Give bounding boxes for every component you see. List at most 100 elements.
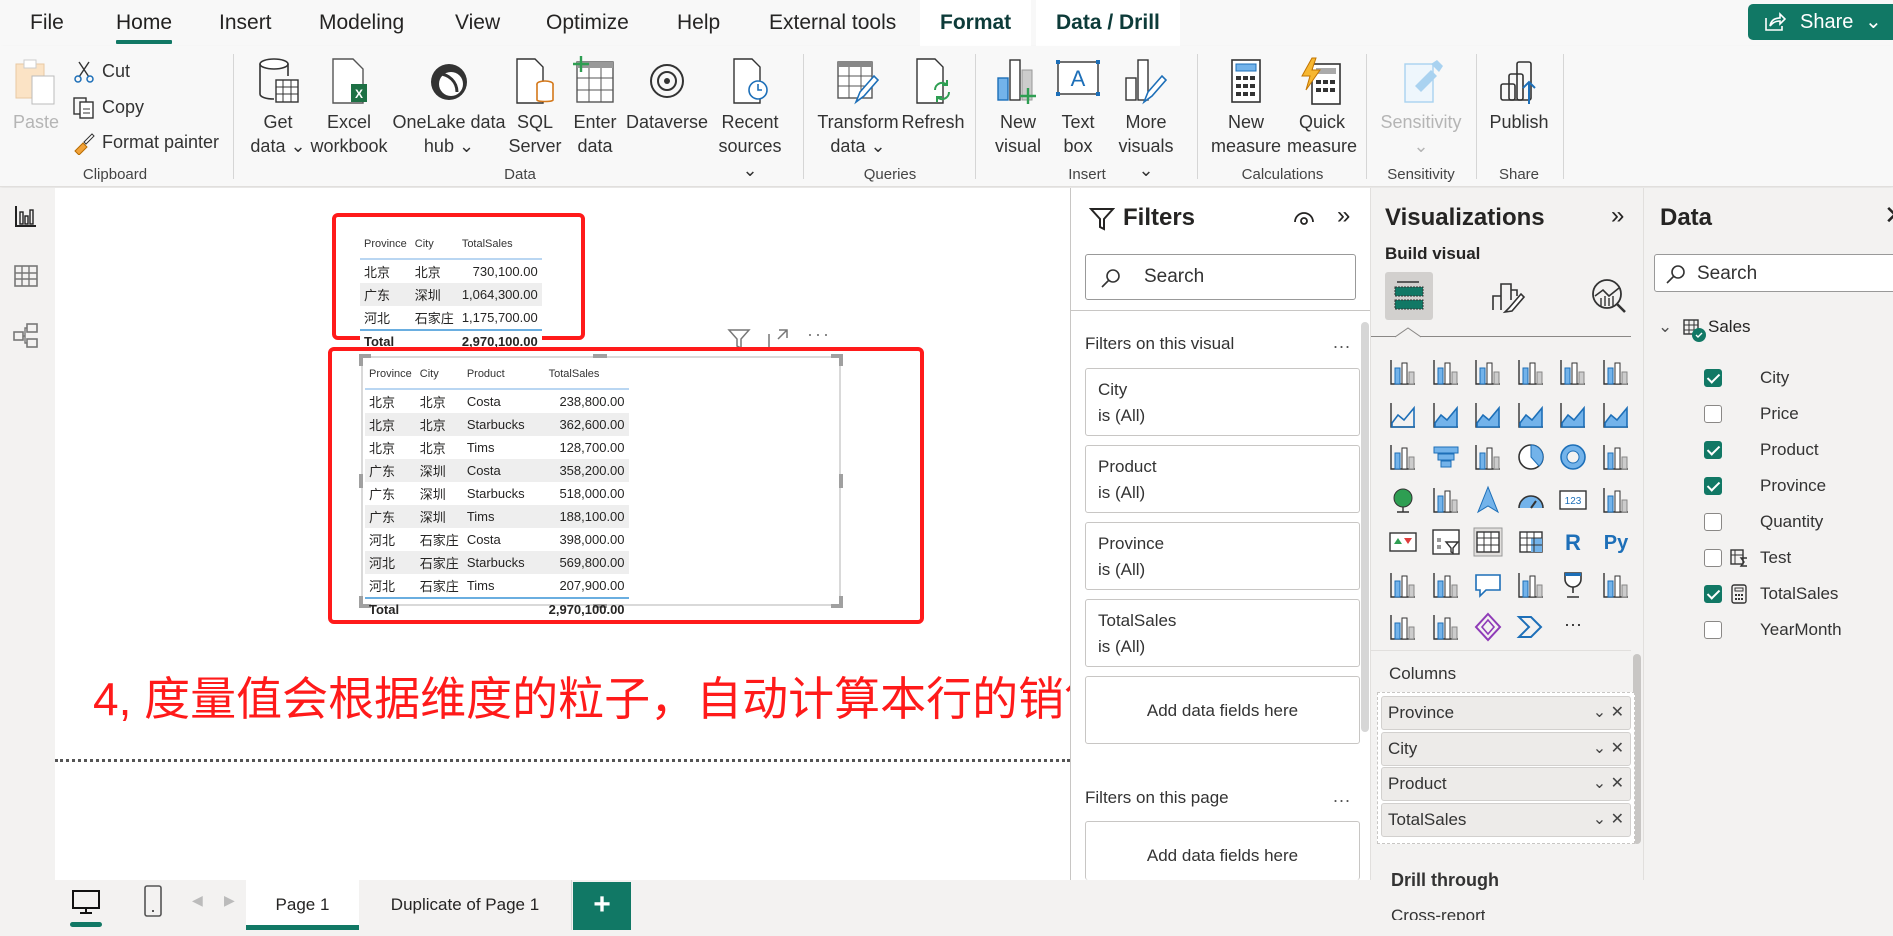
cut-button[interactable]: Cut	[72, 56, 130, 86]
mobile-layout-icon[interactable]	[142, 884, 164, 918]
field-checkbox[interactable]	[1704, 477, 1722, 495]
column-header[interactable]: Province	[365, 358, 416, 390]
dataverse-button[interactable]: Dataverse	[625, 56, 709, 134]
column-field-province[interactable]: Province ⌄ ✕	[1381, 696, 1631, 730]
tab-external-tools[interactable]: External tools	[765, 0, 900, 46]
paginated-report-icon[interactable]	[1600, 569, 1632, 601]
new-visual-button[interactable]: New visual	[990, 56, 1046, 158]
filter-card-totalsales[interactable]: TotalSales is (All)	[1085, 599, 1360, 667]
remove-field-icon[interactable]: ✕	[1611, 704, 1624, 721]
collapse-filters-icon[interactable]: »	[1337, 202, 1350, 230]
power-apps-icon[interactable]	[1472, 611, 1504, 643]
chevron-down-icon[interactable]: ⌄	[1593, 704, 1606, 721]
clustered-column-chart-icon[interactable]	[1515, 356, 1547, 388]
field-province[interactable]: Province	[1704, 471, 1826, 501]
metrics-icon[interactable]	[1557, 569, 1589, 601]
scatter-chart-icon[interactable]	[1472, 441, 1504, 473]
waterfall-chart-icon[interactable]	[1387, 441, 1419, 473]
field-test[interactable]: Test	[1704, 543, 1791, 573]
chevron-down-icon[interactable]: ⌄	[1593, 775, 1606, 792]
more-options-icon[interactable]: ...	[1333, 332, 1351, 353]
table-node-sales[interactable]: ⌄ Sales	[1658, 312, 1858, 342]
table-icon[interactable]	[1472, 526, 1504, 558]
column-header[interactable]: TotalSales	[457, 228, 542, 260]
scroll-left-icon[interactable]: ◀	[192, 892, 203, 909]
ribbon-chart-icon[interactable]	[1600, 399, 1632, 431]
collapse-visualizations-icon[interactable]: »	[1611, 202, 1624, 230]
table-visual-detail[interactable]: Province City Product TotalSales 北京 北京 Cos…	[365, 358, 629, 619]
tab-view[interactable]: View	[451, 0, 504, 46]
power-automate-icon[interactable]	[1515, 611, 1547, 643]
key-influencers-icon[interactable]	[1387, 569, 1419, 601]
line-chart-icon[interactable]	[1387, 399, 1419, 431]
line-stacked-column-chart-icon[interactable]	[1557, 399, 1589, 431]
tab-insert[interactable]: Insert	[215, 0, 276, 46]
field-checkbox[interactable]	[1704, 549, 1722, 567]
more-visuals-icon[interactable]: ⋯	[1557, 611, 1589, 643]
matrix-icon[interactable]	[1515, 526, 1547, 558]
arcgis-map-icon[interactable]	[1430, 611, 1462, 643]
desktop-layout-icon[interactable]	[70, 888, 102, 916]
tab-file[interactable]: File	[26, 0, 68, 46]
chevron-down-icon[interactable]: ⌄	[1593, 811, 1606, 828]
tab-optimize[interactable]: Optimize	[542, 0, 633, 46]
tab-data-drill[interactable]: Data / Drill	[1036, 0, 1180, 46]
page-tab-duplicate[interactable]: Duplicate of Page 1	[359, 880, 572, 930]
field-checkbox[interactable]	[1704, 369, 1722, 387]
more-options-icon[interactable]: ...	[1333, 786, 1351, 807]
resize-handle[interactable]	[359, 474, 363, 488]
resize-handle[interactable]	[839, 354, 843, 366]
column-header[interactable]: City	[415, 358, 463, 390]
quick-measure-button[interactable]: Quick measure	[1284, 56, 1360, 158]
gauge-icon[interactable]	[1515, 484, 1547, 516]
copy-button[interactable]: Copy	[72, 92, 144, 122]
collapse-data-icon[interactable]: ✕	[1884, 200, 1893, 231]
format-visual-icon[interactable]	[1489, 276, 1527, 316]
resize-handle[interactable]	[359, 596, 363, 608]
add-page-button[interactable]: +	[573, 882, 631, 930]
enter-data-button[interactable]: Enter data	[568, 56, 622, 158]
report-canvas[interactable]: Province City TotalSales 北京 北京 730,100.00 …	[55, 188, 1070, 880]
smart-narrative-icon[interactable]	[1515, 569, 1547, 601]
100-stacked-column-chart-icon[interactable]	[1600, 356, 1632, 388]
filters-scrollbar[interactable]	[1361, 322, 1369, 732]
new-measure-button[interactable]: New measure	[1210, 56, 1282, 158]
report-view-icon[interactable]	[12, 202, 40, 230]
treemap-icon[interactable]	[1600, 441, 1632, 473]
add-page-filter-dropzone[interactable]: Add data fields here	[1085, 821, 1360, 880]
field-yearmonth[interactable]: YearMonth	[1704, 615, 1842, 645]
chevron-down-icon[interactable]: ⌄	[1658, 312, 1672, 342]
map-icon[interactable]	[1387, 484, 1419, 516]
eye-icon[interactable]	[1293, 210, 1315, 226]
donut-chart-icon[interactable]	[1557, 441, 1589, 473]
column-header[interactable]: Product	[462, 358, 545, 390]
get-data-button[interactable]: Get data ⌄	[250, 56, 306, 158]
field-checkbox[interactable]	[1704, 441, 1722, 459]
azure-map-icon[interactable]	[1472, 484, 1504, 516]
field-product[interactable]: Product	[1704, 435, 1819, 465]
tab-home[interactable]: Home	[112, 0, 176, 46]
transform-data-button[interactable]: Transform data ⌄	[815, 56, 901, 158]
table-visual-summary[interactable]: Province City TotalSales 北京 北京 730,100.00 …	[360, 228, 542, 351]
filter-card-product[interactable]: Product is (All)	[1085, 445, 1360, 513]
decomposition-tree-icon[interactable]	[1430, 569, 1462, 601]
stacked-area-chart-icon[interactable]	[1472, 399, 1504, 431]
format-painter-button[interactable]: Format painter	[72, 127, 219, 157]
resize-handle[interactable]	[839, 474, 843, 488]
python-visual-icon[interactable]: Py	[1600, 526, 1632, 558]
stacked-column-chart-icon[interactable]	[1430, 356, 1462, 388]
build-visual-tab[interactable]	[1385, 272, 1433, 320]
publish-button[interactable]: Publish	[1484, 56, 1554, 134]
table-view-icon[interactable]	[12, 262, 40, 290]
page-tab-page-1[interactable]: Page 1	[246, 880, 359, 930]
funnel-chart-icon[interactable]	[1430, 441, 1462, 473]
r-script-visual-icon[interactable]: R	[1557, 526, 1589, 558]
field-city[interactable]: City	[1704, 363, 1789, 393]
more-visuals-button[interactable]: More visuals ⌄	[1110, 56, 1182, 182]
column-field-city[interactable]: City ⌄ ✕	[1381, 732, 1631, 766]
chevron-down-icon[interactable]: ⌄	[1593, 740, 1606, 757]
field-checkbox[interactable]	[1704, 621, 1722, 639]
tab-help[interactable]: Help	[673, 0, 724, 46]
multi-row-card-icon[interactable]	[1600, 484, 1632, 516]
onelake-data-hub-button[interactable]: OneLake data hub ⌄	[392, 56, 506, 158]
